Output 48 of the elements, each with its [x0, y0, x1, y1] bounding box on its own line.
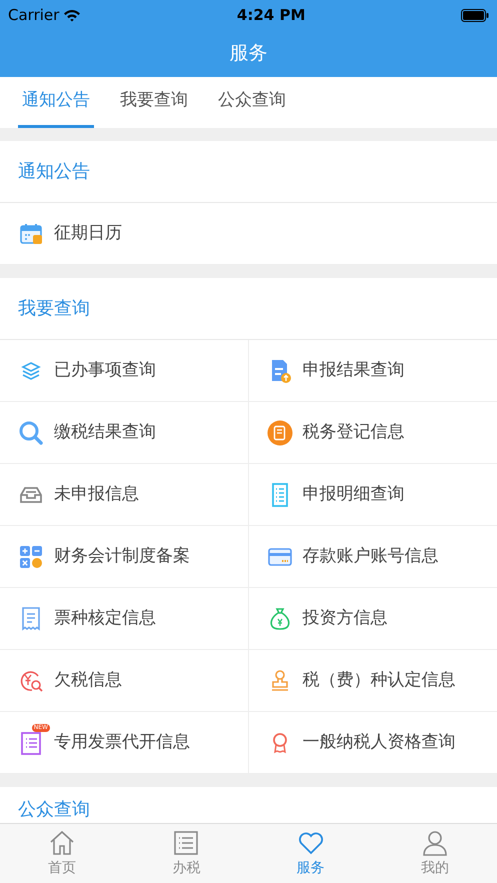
home-icon — [49, 830, 76, 856]
heart-icon — [298, 830, 324, 856]
document-circle-icon — [266, 420, 292, 446]
menu-item[interactable]: 财务会计制度备案 — [0, 526, 248, 588]
menu-item[interactable]: 申报明细查询 — [248, 464, 497, 526]
menu-item[interactable]: 已办事项查询 — [0, 340, 248, 402]
menu-item-label: 存款账户账号信息 — [302, 544, 438, 568]
menu-item-label: 票种核定信息 — [54, 606, 156, 630]
menu-item[interactable]: 投资方信息 — [248, 588, 497, 650]
wifi-icon — [63, 8, 82, 22]
menu-item-label: 已办事项查询 — [54, 358, 156, 382]
menu-item-label: 专用发票代开信息 — [54, 730, 190, 754]
list-icon — [173, 830, 200, 856]
menu-item-label: 申报结果查询 — [302, 358, 404, 382]
menu-item[interactable]: 税务登记信息 — [248, 402, 497, 464]
search-icon — [18, 420, 44, 446]
section-title: 通知公告 — [18, 160, 90, 184]
person-icon — [422, 830, 448, 856]
battery-icon — [460, 8, 489, 22]
menu-item-label: 投资方信息 — [302, 606, 388, 630]
page-title: 服务 — [230, 41, 268, 66]
section-title: 我要查询 — [18, 297, 90, 321]
tab[interactable]: 通知公告 — [18, 78, 94, 128]
menu-item-label: 税务登记信息 — [302, 420, 404, 444]
menu-item[interactable]: 申报结果查询 — [248, 340, 497, 402]
checklist-icon — [18, 730, 44, 756]
status-time: 4:24 PM — [236, 4, 306, 26]
menu-item-label: 财务会计制度备案 — [54, 544, 190, 568]
menu-item-label: 征期日历 — [54, 222, 122, 245]
menu-item[interactable]: 一般纳税人资格查询 — [248, 712, 497, 774]
menu-item-label: 一般纳税人资格查询 — [302, 730, 456, 754]
calculator-icon — [18, 544, 44, 570]
menu-item[interactable]: 票种核定信息 — [0, 588, 248, 650]
carrier-label: Carrier — [8, 4, 60, 26]
menu-item[interactable]: 存款账户账号信息 — [248, 526, 497, 588]
tab[interactable]: 公众查询 — [214, 78, 290, 128]
menu-item[interactable]: 征期日历 — [0, 203, 497, 265]
menu-item[interactable]: 欠税信息 — [0, 650, 248, 712]
menu-item-label: 未申报信息 — [54, 482, 139, 506]
menu-item-label: 申报明细查询 — [302, 482, 404, 506]
section-title: 公众查询 — [18, 798, 90, 822]
menu-item-label: 税（费）种认定信息 — [302, 668, 456, 692]
menu-item[interactable]: 税（费）种认定信息 — [248, 650, 497, 712]
menu-item[interactable]: 未申报信息 — [0, 464, 248, 526]
menu-item-label: 缴税结果查询 — [54, 420, 156, 444]
menu-item-label: 欠税信息 — [54, 668, 122, 692]
tab[interactable]: 我要查询 — [116, 78, 192, 128]
menu-item[interactable]: 缴税结果查询 — [0, 402, 248, 464]
